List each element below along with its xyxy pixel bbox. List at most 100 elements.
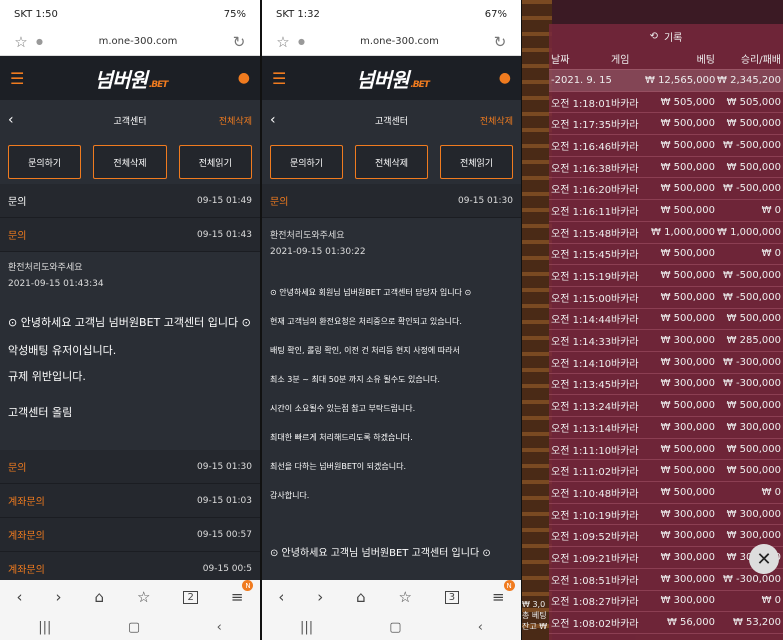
history-cell: ₩ 300,000 [660, 356, 715, 368]
home-button-icon[interactable]: ▢ [128, 620, 140, 635]
status-carrier-time: SKT 1:50 [14, 8, 58, 20]
phone-screen-1: SKT 1:50 75% ☆ ● m.one-300.com ↻ ☰ 넘버원 .B… [0, 0, 260, 640]
history-row[interactable]: 오전 1:09:21바카라₩ 300,000₩ 300,000 [549, 547, 783, 569]
history-rows: 오전 1:18:01 바카라 ₩ 505,000 ₩ 505,000 오전 1:17:3… [549, 92, 783, 634]
home-icon[interactable]: ⌂ [356, 588, 366, 606]
history-panel: ⟲ 기록 날짜 게임 베팅 승리/패배 -2021. 9. 15. ₩ 12,5… [549, 24, 783, 640]
history-cell: ₩ 500,000 [660, 183, 715, 195]
history-row[interactable]: 오전 1:08:27 바카라 ₩ 300,000 ₩ 0 [549, 591, 783, 613]
history-row[interactable]: 오전 1:15:48 바카라 ₩ 1,000,000 ₩ 1,000,000 [549, 222, 783, 244]
close-icon[interactable]: ✕ [749, 544, 779, 574]
history-summary-row[interactable]: -2021. 9. 15. ₩ 12,565,000 ₩ 2,345,200 [549, 70, 783, 92]
star-icon[interactable]: ☆ [12, 33, 30, 51]
browser-url-bar[interactable]: ☆ ● m.one-300.com ↻ [262, 28, 521, 56]
history-row[interactable]: 오전 1:16:46 바카라 ₩ 500,000 ₩ -500,000 [549, 135, 783, 157]
history-row[interactable]: 오전 1:11:10 바카라 ₩ 500,000 ₩ 500,000 [549, 439, 783, 461]
star-icon[interactable]: ☆ [274, 33, 292, 51]
bookmark-icon[interactable]: ☆ [398, 588, 411, 606]
list-item[interactable]: 문의 09-15 01:49 [0, 184, 260, 218]
phone-screen-2: SKT 1:32 67% ☆ ● m.one-300.com ↻ ☰ 넘버원 .B… [262, 0, 521, 640]
history-row[interactable]: 오전 1:18:01 바카라 ₩ 505,000 ₩ 505,000 [549, 92, 783, 114]
history-row[interactable]: 오전 1:13:14 바카라 ₩ 300,000 ₩ 300,000 [549, 417, 783, 439]
menu-icon[interactable]: ≡ N [492, 580, 515, 606]
home-button-icon[interactable]: ▢ [389, 620, 401, 635]
info-icon[interactable]: ● [36, 37, 46, 46]
history-row[interactable]: 오전 1:14:33 바카라 ₩ 300,000 ₩ 285,000 [549, 330, 783, 352]
history-row[interactable]: 오전 1:15:00 바카라 ₩ 500,000 ₩ -500,000 [549, 287, 783, 309]
hamburger-menu-icon[interactable]: ☰ [272, 69, 286, 88]
history-cell: ₩ 500,000 [660, 443, 715, 455]
history-row[interactable]: 오전 1:17:35 바카라 ₩ 500,000 ₩ 500,000 [549, 113, 783, 136]
history-cell: 바카라 [611, 423, 639, 435]
list-item[interactable]: 문의 09-15 01:30 [0, 450, 260, 484]
history-cell: ₩ 500,000 [660, 400, 715, 412]
history-row[interactable]: 오전 1:13:24 바카라 ₩ 500,000 ₩ 500,000 [549, 395, 783, 417]
url-text[interactable]: m.one-300.com [46, 36, 230, 47]
history-cell: ₩ 500,000 [660, 118, 715, 130]
menu-icon[interactable]: ≡ N [231, 580, 254, 606]
system-back-icon[interactable]: ‹ [217, 620, 222, 635]
read-all-button[interactable]: 전체읽기 [440, 145, 513, 179]
inquiry-button[interactable]: 문의하기 [270, 145, 343, 179]
delete-all-button[interactable]: 전체삭제 [93, 145, 167, 179]
list-item[interactable]: 계좌문의 09-15 00:57 [0, 518, 260, 552]
history-cell: 오전 1:13:14 [551, 423, 611, 435]
history-row[interactable]: 오전 1:14:10 바카라 ₩ 300,000 ₩ -300,000 [549, 352, 783, 374]
history-row[interactable]: 오전 1:10:19 바카라 ₩ 300,000 ₩ 300,000 [549, 504, 783, 526]
history-row[interactable]: 오전 1:09:52 바카라 ₩ 300,000 ₩ 300,000 [549, 525, 783, 548]
history-row[interactable]: 오전 1:16:11 바카라 ₩ 500,000 ₩ 0 [549, 200, 783, 222]
read-all-button[interactable]: 전체읽기 [178, 145, 252, 179]
browser-url-bar[interactable]: ☆ ● m.one-300.com ↻ [0, 28, 260, 56]
history-row[interactable]: 오전 1:11:02 바카라 ₩ 500,000 ₩ 500,000 [549, 460, 783, 483]
balance-overlay: ₩ 3,0 총 베팅 잔고 ₩ [522, 600, 548, 631]
history-row[interactable]: 오전 1:13:45 바카라 ₩ 300,000 ₩ -300,000 [549, 374, 783, 396]
history-cell: ₩ 500,000 [660, 139, 715, 151]
history-row[interactable]: 오전 1:15:45 바카라 ₩ 500,000 ₩ 0 [549, 244, 783, 266]
tabs-icon[interactable]: 2 [183, 590, 198, 604]
reload-icon[interactable]: ↻ [491, 33, 509, 51]
back-icon[interactable]: ‹ [278, 588, 284, 606]
browser-nav-bar: ‹ › ⌂ ☆ 3 ≡ N [262, 580, 521, 614]
history-cell: 오전 1:10:48 [551, 488, 611, 500]
recent-apps-icon[interactable]: ||| [300, 620, 313, 635]
history-row[interactable]: 오전 1:08:02 바카라 ₩ 56,000 ₩ 53,200 [549, 612, 783, 634]
history-row[interactable]: 오전 1:15:19 바카라 ₩ 500,000 ₩ -500,000 [549, 265, 783, 287]
home-icon[interactable]: ⌂ [95, 588, 105, 606]
url-text[interactable]: m.one-300.com [308, 36, 491, 47]
history-row[interactable]: 오전 1:14:44 바카라 ₩ 500,000 ₩ 500,000 [549, 309, 783, 331]
list-item[interactable]: 문의 09-15 01:43 [0, 218, 260, 252]
delete-all-button[interactable]: 전체삭제 [355, 145, 428, 179]
history-row[interactable]: 오전 1:16:20 바카라 ₩ 500,000 ₩ -500,000 [549, 178, 783, 201]
background-lattice [522, 0, 552, 640]
list-item[interactable]: 문의 09-15 01:30 [262, 184, 521, 218]
reload-icon[interactable]: ↻ [230, 33, 248, 51]
history-cell: 오전 1:13:24 [551, 402, 611, 414]
forward-icon[interactable]: › [56, 588, 62, 606]
site-logo[interactable]: 넘버원 .BET [95, 64, 169, 93]
history-row[interactable]: 오전 1:16:38 바카라 ₩ 500,000 ₩ 500,000 [549, 157, 783, 179]
system-back-icon[interactable]: ‹ [478, 620, 483, 635]
delete-all-link[interactable]: 전체삭제 [480, 114, 513, 127]
back-icon[interactable]: ‹ [17, 588, 23, 606]
site-logo[interactable]: 넘버원 .BET [356, 64, 430, 93]
delete-all-link[interactable]: 전체삭제 [219, 114, 252, 127]
info-icon[interactable]: ● [298, 37, 308, 46]
history-row[interactable]: 오전 1:10:48 바카라 ₩ 500,000 ₩ 0 [549, 482, 783, 504]
hamburger-menu-icon[interactable]: ☰ [10, 69, 24, 88]
history-cell: 바카라 [611, 250, 639, 262]
forward-icon[interactable]: › [317, 588, 323, 606]
user-icon[interactable]: ● [238, 70, 250, 86]
bookmark-icon[interactable]: ☆ [137, 588, 150, 606]
history-cell: 오전 1:16:38 [551, 163, 611, 175]
list-item[interactable]: 계좌문의 09-15 01:03 [0, 484, 260, 518]
user-icon[interactable]: ● [499, 70, 511, 86]
recent-apps-icon[interactable]: ||| [38, 620, 51, 635]
inquiry-button[interactable]: 문의하기 [8, 145, 82, 179]
history-row[interactable]: 오전 1:08:51 바카라 ₩ 300,000 ₩ -300,000 [549, 569, 783, 591]
tabs-icon[interactable]: 3 [444, 590, 460, 604]
history-cell: 바카라 [611, 228, 639, 240]
history-cell: ₩ 500,000 [660, 248, 715, 260]
answer-body: ⊙ 안녕하세요 고객님 넘버원BET 고객센터 입니다 ⊙ 악성배팅 유저이십니… [0, 300, 260, 450]
history-cell: 바카라 [611, 206, 639, 218]
history-cell: 바카라 [611, 380, 639, 392]
